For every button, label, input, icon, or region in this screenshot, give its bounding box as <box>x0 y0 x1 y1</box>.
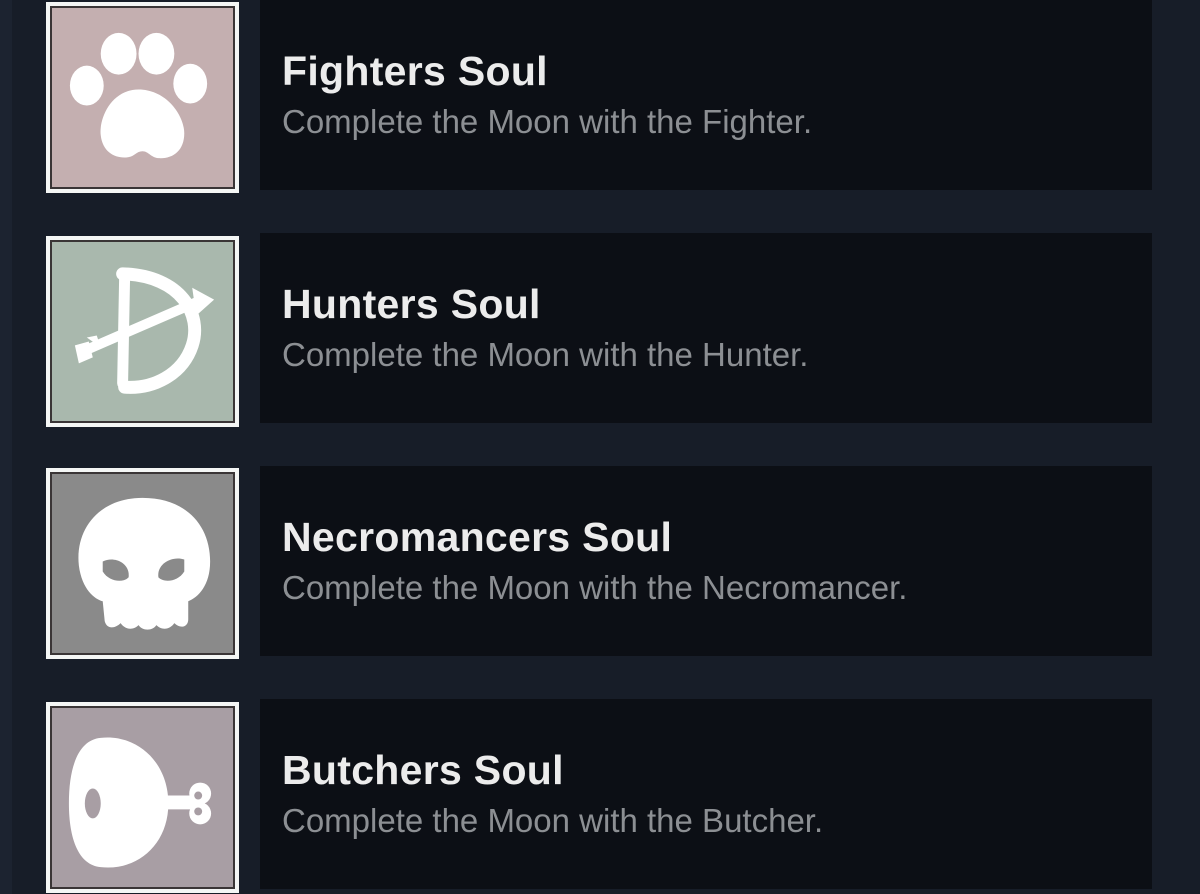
achievement-row[interactable]: Necromancers Soul Complete the Moon with… <box>46 466 1154 660</box>
achievement-card: Hunters Soul Complete the Moon with the … <box>260 233 1152 423</box>
achievement-title: Fighters Soul <box>282 48 548 94</box>
achievement-card: Fighters Soul Complete the Moon with the… <box>260 0 1152 190</box>
achievement-title: Butchers Soul <box>282 747 564 793</box>
achievements-page: Fighters Soul Complete the Moon with the… <box>0 0 1200 894</box>
bow-and-arrow-icon <box>50 240 235 423</box>
achievement-description: Complete the Moon with the Necromancer. <box>282 569 908 606</box>
achievement-list: Fighters Soul Complete the Moon with the… <box>0 0 1200 894</box>
achievement-row[interactable]: Butchers Soul Complete the Moon with the… <box>46 699 1154 893</box>
achievement-icon-frame <box>46 468 239 659</box>
achievement-icon-frame <box>46 2 239 193</box>
achievement-title: Hunters Soul <box>282 281 541 327</box>
achievement-description: Complete the Moon with the Hunter. <box>282 336 809 373</box>
skull-icon <box>50 472 235 655</box>
achievement-card: Necromancers Soul Complete the Moon with… <box>260 466 1152 656</box>
achievement-description: Complete the Moon with the Butcher. <box>282 802 824 839</box>
meat-icon <box>50 706 235 889</box>
achievement-icon-frame <box>46 702 239 893</box>
achievement-title: Necromancers Soul <box>282 514 673 560</box>
achievement-card: Butchers Soul Complete the Moon with the… <box>260 699 1152 889</box>
achievement-description: Complete the Moon with the Fighter. <box>282 103 813 140</box>
achievement-icon-frame <box>46 236 239 427</box>
paw-icon <box>50 6 235 189</box>
achievement-row[interactable]: Hunters Soul Complete the Moon with the … <box>46 233 1154 427</box>
achievement-row[interactable]: Fighters Soul Complete the Moon with the… <box>46 0 1154 194</box>
